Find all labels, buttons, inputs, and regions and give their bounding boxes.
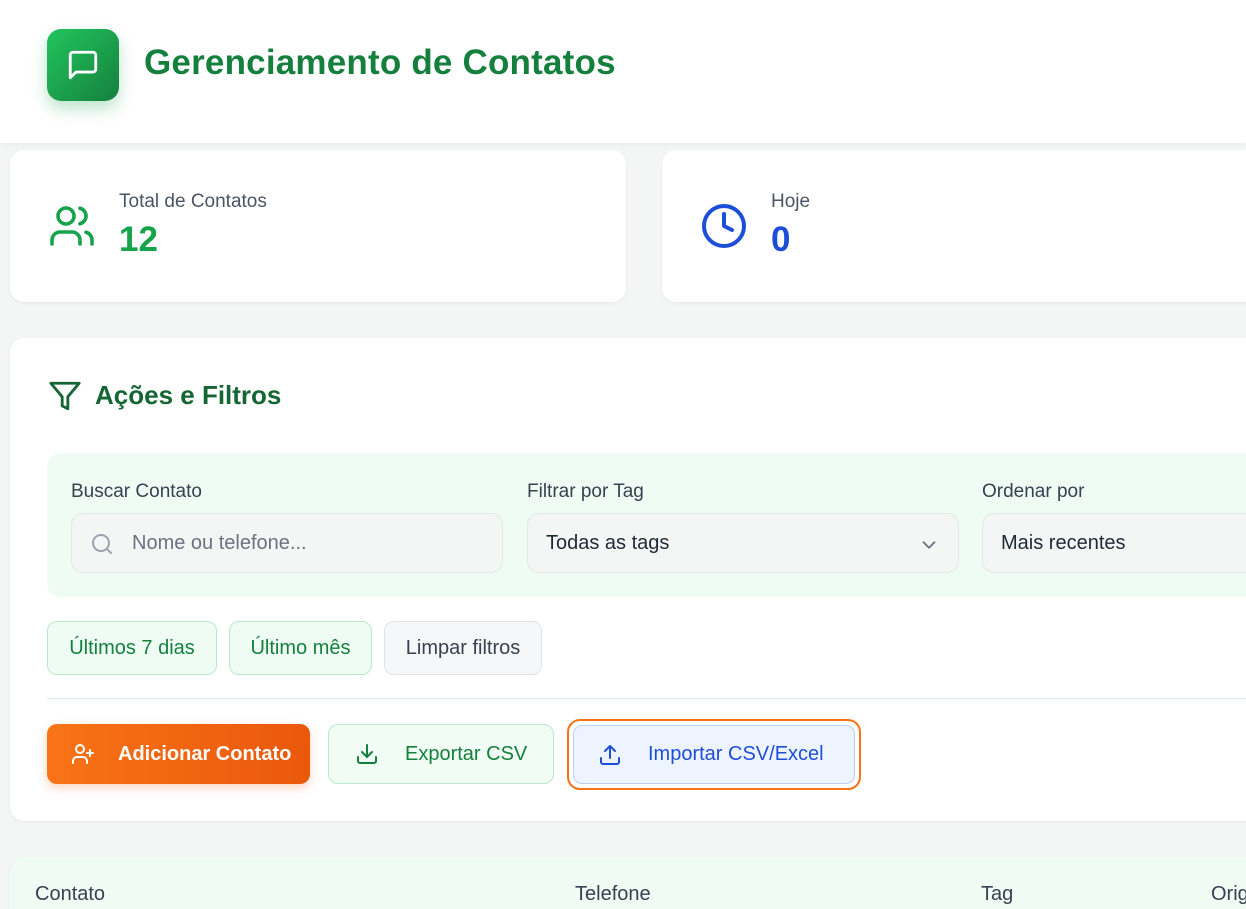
column-header-telefone[interactable]: Telefone xyxy=(575,883,651,906)
export-csv-button[interactable]: Exportar CSV xyxy=(328,724,554,784)
sort-select[interactable]: Mais recentes xyxy=(982,513,1246,573)
app-header: Gerenciamento de Contatos xyxy=(0,0,1246,143)
import-csv-excel-label: Importar CSV/Excel xyxy=(648,743,824,765)
export-csv-label: Exportar CSV xyxy=(405,742,528,765)
chevron-down-icon xyxy=(922,541,936,549)
clear-filters-button[interactable]: Limpar filtros xyxy=(384,621,542,675)
app-logo xyxy=(47,29,119,101)
user-plus-icon xyxy=(72,744,94,764)
clock-icon xyxy=(702,204,746,248)
column-header-origem[interactable]: Orig xyxy=(1211,883,1246,906)
section-title: Ações e Filtros xyxy=(95,380,282,410)
add-contact-label: Adicionar Contato xyxy=(118,742,292,765)
filter-box: Buscar Contato Nome ou telefone... Filtr… xyxy=(47,453,1246,597)
import-csv-excel-button[interactable]: Importar CSV/Excel xyxy=(567,719,861,790)
column-header-contato[interactable]: Contato xyxy=(35,883,105,906)
upload-icon xyxy=(600,744,620,765)
contacts-table: Contato Telefone Tag Orig xyxy=(10,857,1246,909)
stat-value: 12 xyxy=(119,220,158,259)
stat-value: 0 xyxy=(771,220,791,259)
search-input[interactable]: Nome ou telefone... xyxy=(71,513,503,573)
add-contact-button[interactable]: Adicionar Contato xyxy=(47,724,310,784)
page: Gerenciamento de Contatos Total de Conta… xyxy=(0,0,1246,909)
filter-chip-last-7-days[interactable]: Últimos 7 dias xyxy=(47,621,217,675)
search-label: Buscar Contato xyxy=(71,481,202,502)
stat-card-total-contacts: Total de Contatos 12 xyxy=(10,150,626,302)
message-square-icon xyxy=(68,50,98,80)
tag-filter-value: Todas as tags xyxy=(546,532,670,554)
stat-label: Total de Contatos xyxy=(119,191,267,212)
import-button-inner: Importar CSV/Excel xyxy=(573,725,855,784)
tag-filter-label: Filtrar por Tag xyxy=(527,481,644,502)
filter-icon xyxy=(49,381,81,411)
filter-chip-last-month[interactable]: Último mês xyxy=(229,621,372,675)
search-placeholder: Nome ou telefone... xyxy=(132,532,307,554)
search-icon xyxy=(92,534,112,554)
sort-label: Ordenar por xyxy=(982,481,1085,502)
column-header-tag[interactable]: Tag xyxy=(981,883,1013,906)
page-title: Gerenciamento de Contatos xyxy=(144,43,616,82)
download-icon xyxy=(357,744,377,764)
stat-label: Hoje xyxy=(771,191,811,212)
divider xyxy=(47,698,1246,699)
users-icon xyxy=(50,206,94,246)
actions-filters-panel: Ações e Filtros Buscar Contato Nome ou t… xyxy=(10,338,1246,821)
sort-value: Mais recentes xyxy=(1001,532,1126,554)
tag-filter-select[interactable]: Todas as tags xyxy=(527,513,959,573)
stat-card-today: Hoje 0 xyxy=(662,150,1246,302)
